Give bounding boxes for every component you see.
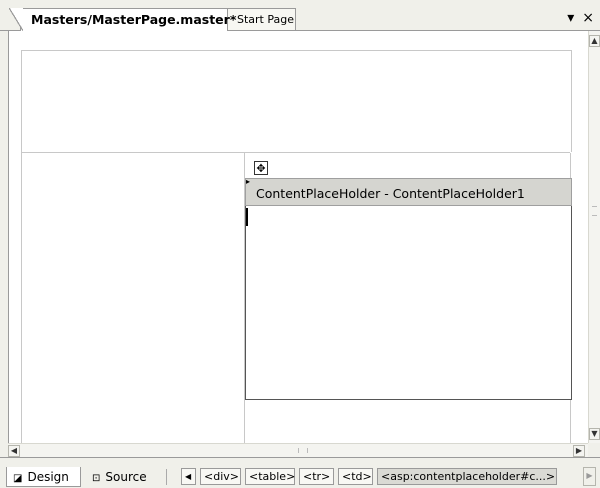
document-tab-strip: Masters/MasterPage.master* Start Page ▾ × [0,0,600,31]
design-view-icon: ◪ [13,473,23,484]
content-placeholder-body[interactable] [245,206,572,400]
scrollbar-grip[interactable] [592,206,597,216]
tag-nav-left-icon[interactable]: ◀ [181,468,196,485]
window-menu-icon[interactable]: ▾ [567,10,574,26]
tab-start-page[interactable]: Start Page [226,8,296,30]
tag-nav-item[interactable]: <table> [245,468,295,485]
view-and-tag-bar: ◪ Design ⊡ Source ◀ <div> <table> <tr> <td… [0,457,600,488]
scroll-left-icon[interactable]: ◀ [8,445,20,457]
source-view-icon: ⊡ [92,473,101,484]
left-column-border [21,153,22,443]
source-view-button[interactable]: ⊡ Source [86,467,156,487]
view-separator [166,469,167,485]
tab-controls: ▾ × [559,10,594,26]
vertical-scrollbar[interactable]: ▲ ▼ [588,31,600,443]
tag-nav-item[interactable]: <div> [200,468,241,485]
scrollbar-grip-horizontal[interactable] [298,448,308,453]
move-icon[interactable]: ✥ [254,161,268,175]
table-divider [21,152,570,153]
text-caret [246,208,248,226]
tag-nav-right-icon[interactable]: ▶ [583,467,596,486]
design-view-button[interactable]: ◪ Design [6,467,81,487]
tag-nav-item[interactable]: <td> [338,468,373,485]
scroll-right-icon[interactable]: ▶ [573,445,585,457]
close-icon[interactable]: × [582,10,594,26]
design-view-label: Design [27,470,69,484]
horizontal-scrollbar[interactable]: ◀ ▶ [8,443,588,458]
smart-tag-arrow-icon[interactable]: ▸ [246,178,250,186]
scroll-up-icon[interactable]: ▲ [589,35,600,47]
header-region[interactable] [21,50,572,152]
tag-nav-item-current[interactable]: <asp:contentplaceholder#c...> [377,468,557,485]
source-view-label: Source [105,470,147,484]
tab-masterpage[interactable]: Masters/MasterPage.master* [9,8,236,31]
content-placeholder-header[interactable]: ContentPlaceHolder - ContentPlaceHolder1 [245,178,572,206]
tag-nav-item[interactable]: <tr> [299,468,334,485]
scroll-down-icon[interactable]: ▼ [589,428,600,440]
